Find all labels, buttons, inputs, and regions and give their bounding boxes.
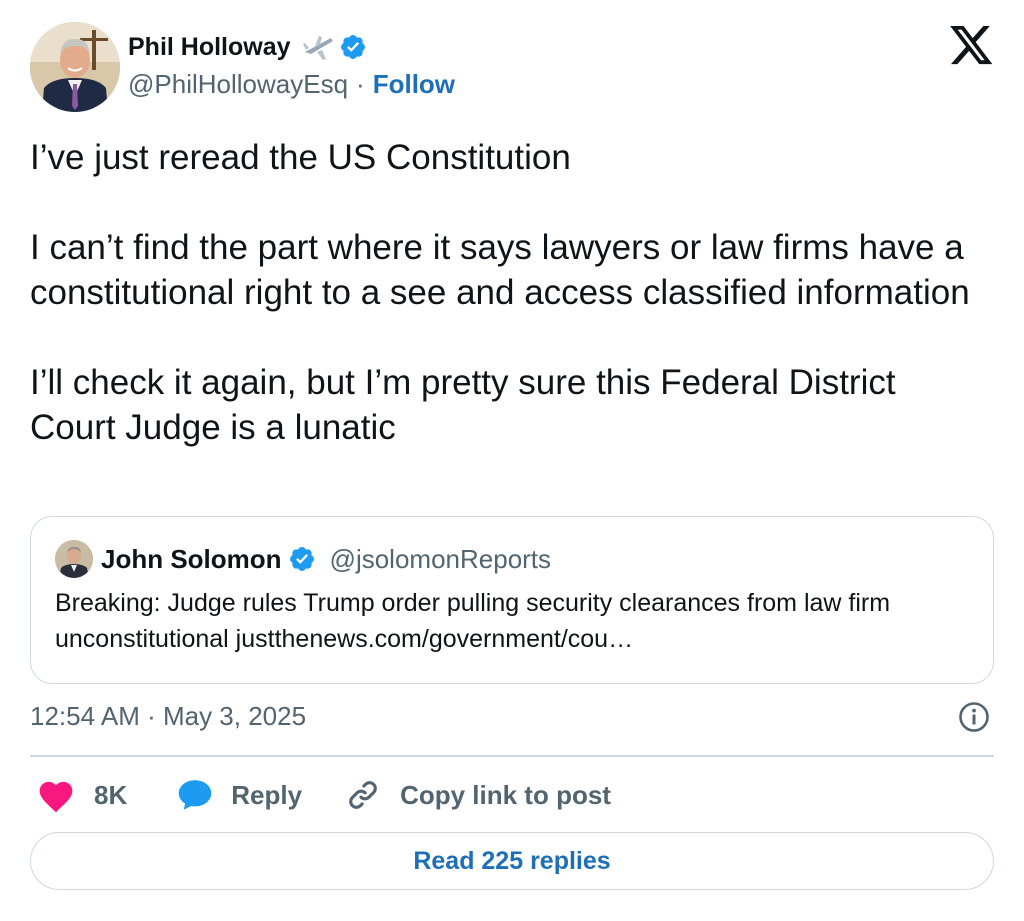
post-text: I’ve just reread the US Constitution I c…	[30, 138, 970, 447]
post-timestamp[interactable]: 12:54 AM · May 3, 2025	[30, 698, 306, 734]
action-bar: 8K Reply Copy link to post	[30, 772, 611, 818]
quoted-author-handle: @jsolomonReports	[329, 543, 552, 574]
separator-dot: ·	[356, 68, 365, 99]
author-avatar[interactable]	[30, 22, 120, 112]
verified-badge-icon	[288, 545, 316, 573]
reply-label: Reply	[231, 779, 303, 810]
info-icon[interactable]	[958, 701, 990, 733]
divider	[30, 755, 994, 757]
copy-link-button[interactable]: Copy link to post	[346, 778, 611, 812]
copy-link-label: Copy link to post	[400, 779, 611, 810]
author-name-row: Phil Holloway	[128, 30, 367, 64]
airplane-icon	[301, 32, 335, 62]
quoted-post[interactable]: John Solomon @jsolomonReports Breaking: …	[30, 516, 994, 684]
quoted-post-text: Breaking: Judge rules Trump order pullin…	[55, 589, 891, 653]
like-count: 8K	[94, 779, 128, 810]
quoted-header: John Solomon @jsolomonReports	[101, 541, 551, 577]
quoted-author-avatar	[55, 540, 93, 578]
x-logo-icon[interactable]	[950, 26, 994, 66]
link-icon	[346, 778, 380, 812]
author-handle[interactable]: @PhilHollowayEsq	[128, 69, 348, 100]
read-replies-button[interactable]: Read 225 replies	[30, 832, 994, 890]
heart-icon	[36, 777, 76, 813]
read-replies-label: Read 225 replies	[413, 846, 611, 875]
verified-badge-icon	[339, 33, 367, 61]
author-name[interactable]: Phil Holloway	[128, 33, 291, 62]
speech-bubble-icon	[177, 778, 213, 812]
embedded-post-card: Phil Holloway @PhilHollowayEsq · Follow …	[0, 0, 1024, 921]
like-button[interactable]: 8K	[36, 777, 127, 813]
author-handle-row: @PhilHollowayEsq · Follow	[128, 68, 455, 100]
quoted-author-name: John Solomon	[101, 543, 282, 574]
reply-button[interactable]: Reply	[177, 778, 302, 812]
follow-button[interactable]: Follow	[373, 69, 455, 100]
